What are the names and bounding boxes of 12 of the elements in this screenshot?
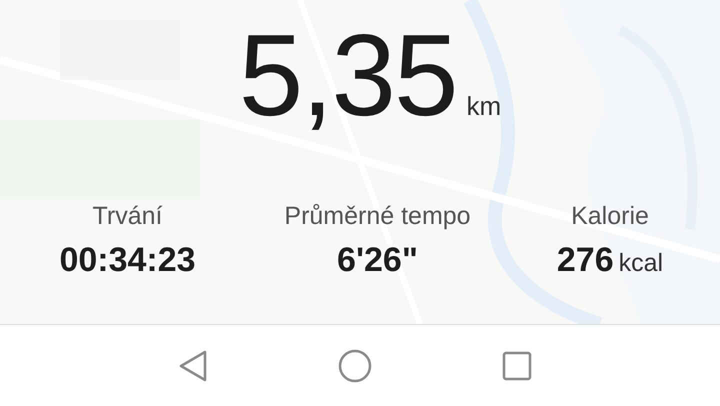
stat-label: Trvání [92, 202, 162, 231]
back-icon[interactable] [178, 350, 208, 382]
stat-value: 276 [556, 241, 614, 280]
stat-label: Kalorie [571, 202, 649, 231]
stat-unit: kcal [618, 249, 664, 278]
distance-value: 5,35 [238, 9, 457, 142]
stat-label: Průměrné tempo [284, 202, 471, 231]
recents-icon[interactable] [502, 350, 532, 380]
stat-value: 00:34:23 [59, 241, 196, 280]
stat-value: 6'26" [337, 241, 418, 280]
distance-unit: km [466, 91, 502, 122]
home-icon[interactable] [338, 348, 372, 382]
